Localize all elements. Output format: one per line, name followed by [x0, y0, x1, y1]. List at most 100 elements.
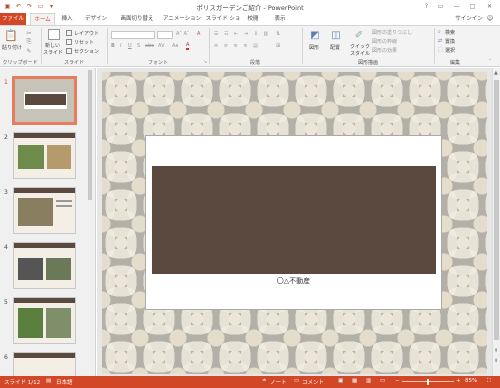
slide-thumbnail-4[interactable] — [13, 242, 76, 289]
new-slide-label[interactable]: 新しい — [45, 42, 60, 49]
text-direction-icon[interactable]: ⇅ — [276, 31, 280, 37]
help-button[interactable]: ? — [420, 1, 433, 11]
comments-button[interactable]: コメント — [302, 378, 324, 386]
reading-view-icon[interactable]: ▥ — [366, 378, 371, 384]
strikethrough-button[interactable]: abc — [145, 43, 154, 49]
reset-icon[interactable] — [66, 39, 72, 45]
replace-icon[interactable]: ⇄ — [438, 38, 442, 44]
thumbnails-scrollbar[interactable] — [88, 70, 92, 200]
collapse-ribbon-icon[interactable]: ˄ — [489, 59, 492, 65]
quick-styles-icon[interactable]: ✐ — [353, 29, 365, 41]
cut-icon[interactable]: ✂ — [25, 29, 33, 37]
select-button[interactable]: 選択 — [445, 47, 455, 54]
grow-font-icon[interactable]: A˄ A˅ — [176, 31, 189, 37]
prev-slide-icon[interactable]: ⇞ — [494, 348, 499, 354]
slides-group-label: スライド — [63, 60, 84, 66]
account-icon[interactable]: ☺ — [485, 13, 495, 25]
smartart-icon[interactable]: ⊞ — [276, 43, 280, 49]
tab-animations[interactable]: アニメーション — [161, 13, 203, 25]
layout-button[interactable]: レイアウト — [74, 30, 99, 37]
font-dialog-launcher-icon[interactable]: ↘ — [203, 59, 207, 65]
title-band[interactable] — [152, 166, 436, 274]
slide-number: 4 — [4, 244, 8, 251]
scroll-thumb[interactable] — [494, 80, 499, 340]
tab-insert[interactable]: 挿入 — [59, 13, 75, 25]
shape-fill-button[interactable]: 図形の塗りつぶし — [372, 29, 412, 36]
slide-sorter-icon[interactable]: ▦ — [352, 378, 357, 384]
tab-review[interactable]: 校閲 — [245, 13, 261, 25]
paragraph-group-label: 段落 — [249, 60, 260, 66]
italic-button[interactable]: I — [120, 43, 121, 49]
language-indicator[interactable]: 日本語 — [56, 378, 73, 386]
sign-in-link[interactable]: サインイン — [455, 13, 483, 25]
proofing-icon[interactable]: ▤ — [46, 378, 51, 384]
normal-view-icon[interactable]: ▣ — [338, 378, 343, 384]
notes-icon[interactable]: ≐ — [262, 378, 267, 384]
zoom-in-icon[interactable]: + — [456, 378, 461, 384]
tab-file[interactable]: ファイル — [0, 13, 26, 25]
font-name-combo[interactable] — [111, 31, 155, 39]
slide-thumbnail-5[interactable] — [13, 297, 76, 344]
shapes-button[interactable]: 図形 — [309, 44, 319, 51]
clear-format-icon[interactable]: A — [197, 31, 200, 37]
arrange-icon[interactable]: ◫ — [330, 29, 342, 41]
char-spacing-button[interactable]: AV — [158, 43, 165, 49]
format-painter-icon[interactable]: ✎ — [25, 47, 33, 55]
new-slide-label-2[interactable]: スライド — [43, 49, 63, 56]
zoom-out-icon[interactable]: − — [395, 378, 400, 384]
maximize-button[interactable]: □ — [466, 1, 479, 11]
fit-slide-icon[interactable]: ⛶ — [487, 378, 491, 385]
copy-icon[interactable]: ⎘ — [25, 38, 33, 46]
section-icon[interactable] — [66, 48, 72, 54]
zoom-level[interactable]: 85% — [465, 378, 477, 384]
quick-styles-button-2[interactable]: スタイル — [350, 50, 370, 57]
editing-group-label: 編集 — [449, 60, 460, 66]
shape-effects-button[interactable]: 図形の効果 — [372, 47, 397, 54]
ribbon-home: 📋 貼り付け ✂ ⎘ ✎ クリップボード 新しい スライド レイアウト リセット… — [0, 25, 500, 67]
section-button[interactable]: セクション — [74, 48, 99, 55]
paste-icon[interactable]: 📋 — [4, 28, 18, 42]
layout-icon[interactable] — [66, 30, 72, 36]
slide-thumbnail-2[interactable] — [13, 132, 76, 179]
editor-scrollbar[interactable]: ▲ ⇞ ⇟ — [492, 68, 500, 376]
slideshow-view-icon[interactable]: ▭ — [380, 378, 385, 384]
font-size-combo[interactable] — [157, 31, 173, 39]
select-icon[interactable]: ⬚ — [438, 47, 443, 53]
tab-slideshow[interactable]: スライド ショー — [205, 13, 241, 34]
tab-view[interactable]: 表示 — [272, 13, 288, 25]
notes-button[interactable]: ノート — [270, 378, 287, 386]
quick-styles-button[interactable]: クイック — [350, 43, 370, 50]
scroll-up-icon[interactable]: ▲ — [494, 70, 499, 76]
comments-icon[interactable]: ▭ — [294, 378, 299, 384]
slide-thumbnail-1[interactable] — [12, 76, 77, 125]
find-icon[interactable]: ⌕ — [438, 29, 441, 35]
font-color-button[interactable]: A — [186, 43, 190, 50]
arrange-button[interactable]: 配置 — [330, 44, 340, 51]
ribbon-display-button[interactable]: ▭ — [434, 1, 447, 11]
slide-thumbnails-pane[interactable]: 1 2 3 4 5 6 — [0, 68, 96, 376]
find-button[interactable]: 検索 — [445, 29, 455, 36]
reset-button[interactable]: リセット — [74, 39, 94, 46]
align-buttons[interactable]: ≡ ≡ ≡ ≡ ▤ — [214, 43, 260, 49]
company-name[interactable]: 〇△不動産 — [145, 276, 442, 286]
shape-outline-button[interactable]: 図形の枠線 — [372, 38, 397, 45]
close-button[interactable]: ✕ — [483, 1, 496, 11]
change-case-button[interactable]: Aa — [172, 43, 178, 49]
list-buttons[interactable]: ☰ ☷ ⇤ ⇥ ↕ ▥ — [214, 31, 270, 37]
minimize-button[interactable]: — — [450, 1, 463, 11]
bold-button[interactable]: B — [111, 43, 115, 49]
slide-number: 2 — [4, 134, 8, 141]
slide-thumbnail-6[interactable] — [13, 352, 76, 376]
underline-button[interactable]: U — [128, 43, 132, 49]
slide-thumbnail-3[interactable] — [13, 187, 76, 234]
new-slide-icon[interactable] — [48, 29, 60, 40]
paste-label[interactable]: 貼り付け — [2, 44, 22, 51]
shapes-icon[interactable]: ◩ — [309, 29, 321, 41]
next-slide-icon[interactable]: ⇟ — [494, 358, 499, 364]
shadow-button[interactable]: S — [137, 43, 140, 49]
replace-button[interactable]: 置換 — [445, 38, 455, 45]
tab-design[interactable]: デザイン — [83, 13, 109, 25]
clipboard-group-label: クリップボード — [2, 60, 38, 66]
zoom-slider-thumb[interactable] — [427, 379, 429, 385]
tab-transitions[interactable]: 画面切り替え — [117, 13, 157, 25]
